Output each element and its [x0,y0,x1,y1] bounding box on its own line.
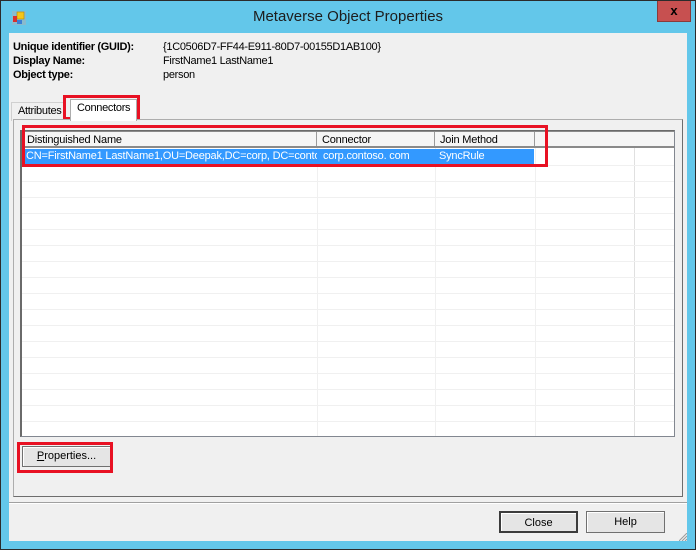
gridline [22,181,674,182]
close-window-button[interactable]: x [657,1,691,22]
gridline [22,213,674,214]
cell-distinguished-name: CN=FirstName1 LastName1,OU=Deepak,DC=cor… [22,149,317,165]
gridline [22,165,674,166]
cell-join-method: SyncRule [435,149,534,165]
tab-connectors[interactable]: Connectors [70,99,138,121]
gridline [22,357,674,358]
window-title: Metaverse Object Properties [252,8,444,25]
gridline [22,277,674,278]
gridline [22,229,674,230]
list-header: Distinguished Name Connector Join Method [22,131,674,148]
guid-label: Unique identifier (GUID): [13,41,134,53]
properties-label: roperties... [44,450,97,462]
title-bar[interactable]: Metaverse Object Properties x [1,1,695,33]
gridline [22,293,674,294]
gridline [535,148,536,436]
resize-grip-icon[interactable] [679,533,687,541]
help-button[interactable]: Help [586,511,665,533]
gridline [22,389,674,390]
properties-button[interactable]: Properties... [22,446,111,467]
column-connector[interactable]: Connector [317,132,435,146]
gridline [22,245,674,246]
display-name-label: Display Name: [13,55,85,67]
gridline [435,148,436,436]
table-row[interactable]: CN=FirstName1 LastName1,OU=Deepak,DC=cor… [22,149,674,165]
display-name-value: FirstName1 LastName1 [163,55,274,67]
gridline [22,421,674,422]
gridline [22,261,674,262]
column-filler [535,132,674,146]
column-distinguished-name[interactable]: Distinguished Name [22,132,317,146]
dialog-body: Unique identifier (GUID): {1C0506D7-FF44… [9,33,687,541]
gridline [634,148,635,436]
separator-highlight [9,503,687,504]
dialog-window: Metaverse Object Properties x Unique ide… [0,0,696,550]
cell-connector: corp.contoso. com [317,149,435,165]
guid-value: {1C0506D7-FF44-E911-80D7-00155D1AB100} [163,41,381,53]
gridline [317,148,318,436]
close-button[interactable]: Close [499,511,578,533]
gridline [22,197,674,198]
gridline [22,341,674,342]
gridline [22,309,674,310]
object-type-label: Object type: [13,69,73,81]
gridline [22,373,674,374]
object-type-value: person [163,69,195,81]
gridline [22,325,674,326]
column-join-method[interactable]: Join Method [435,132,535,146]
gridline [22,405,674,406]
connectors-list[interactable]: Distinguished Name Connector Join Method… [20,130,675,437]
